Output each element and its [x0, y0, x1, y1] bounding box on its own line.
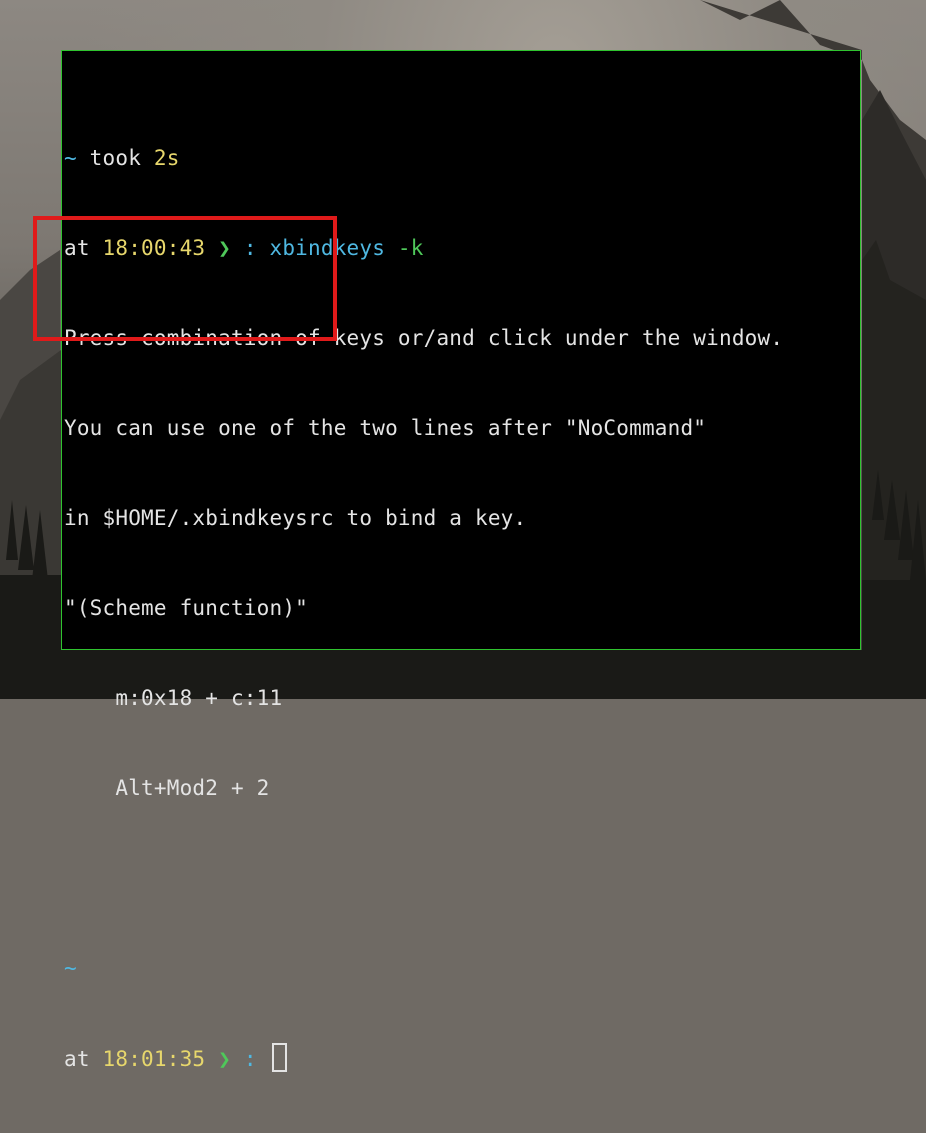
output-line: m:0x18 + c:11	[64, 686, 283, 710]
command-flag: -k	[385, 236, 424, 260]
annotation-highlight-box	[33, 216, 337, 341]
output-line: You can use one of the two lines after "…	[64, 416, 707, 440]
command-line-2[interactable]: at 18:01:35 ❯ :	[64, 1043, 783, 1073]
at-label: at	[64, 1047, 103, 1071]
duration-value: 2s	[153, 146, 180, 170]
took-label: took	[76, 146, 154, 170]
output-line: in $HOME/.xbindkeysrc to bind a key.	[64, 506, 527, 530]
output-line: "(Scheme function)"	[64, 596, 309, 620]
cwd-indicator: ~	[64, 146, 77, 170]
output-line: Alt+Mod2 + 2	[64, 776, 270, 800]
prompt-line-2: ~	[64, 953, 783, 983]
prompt-arrow: ❯	[205, 1047, 244, 1071]
text-cursor[interactable]	[271, 1043, 287, 1072]
prompt-colon: :	[243, 1047, 270, 1071]
terminal-window[interactable]: ~ took 2s at 18:00:43 ❯ : xbindkeys -k P…	[61, 50, 861, 1072]
timestamp: 18:01:35	[102, 1047, 206, 1071]
prompt-line-1: ~ took 2s	[64, 143, 783, 173]
cwd-indicator: ~	[64, 956, 77, 980]
